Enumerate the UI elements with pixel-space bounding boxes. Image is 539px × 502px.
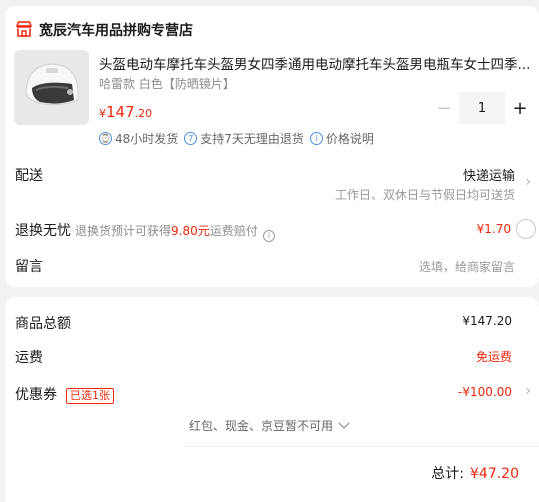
coupon-selected-badge[interactable]: 已选1张 — [66, 384, 114, 404]
insurance-price: ¥1.70 — [476, 222, 511, 236]
increase-quantity-button[interactable]: + — [505, 92, 535, 124]
goods-total-value: ¥147.20 — [462, 314, 512, 328]
insurance-info-icon[interactable]: i — [263, 223, 275, 242]
product-variant[interactable]: 哈雷款 白色【防晒镜片】 — [99, 75, 235, 92]
message-input[interactable]: 选填，给商家留言 — [419, 258, 515, 275]
service-return[interactable]: 7 支持7天无理由退货 — [184, 130, 304, 147]
delivery-chevron-icon[interactable]: › — [525, 174, 531, 190]
insurance-desc-prefix: 退换货预计可获得 — [75, 224, 172, 238]
unusable-note[interactable]: 红包、现金、京豆暂不可用 — [189, 417, 350, 434]
summary-divider — [184, 446, 539, 447]
order-item-card: 宽辰汽车用品拼购专营店 头盔电动车摩托车头盔男女四季通用电动摩托车头盔男电瓶车女… — [5, 6, 539, 287]
insurance-checkbox[interactable] — [516, 219, 536, 239]
price-summary-card: 商品总额 ¥147.20 运费 免运费 优惠券 已选1张 -¥100.00 › … — [5, 297, 539, 502]
price-currency: ¥ — [99, 107, 106, 120]
coupon-tag-text: 已选1张 — [66, 388, 114, 404]
coupon-value[interactable]: -¥100.00 — [458, 385, 512, 399]
service-label: 价格说明 — [325, 132, 374, 146]
return-insurance-label: 退换无忧 — [15, 223, 71, 239]
helmet-image — [14, 50, 89, 125]
total-value: ¥47.20 — [470, 466, 519, 482]
product-price: ¥147.20 — [99, 102, 152, 121]
service-price-info[interactable]: i 价格说明 — [309, 130, 374, 147]
delivery-note[interactable]: 工作日、双休日与节假日均可送货 — [335, 186, 515, 203]
shipping-fee-value: 免运费 — [475, 350, 512, 364]
service-shipping[interactable]: ⌚ 48小时发货 — [99, 130, 178, 147]
quantity-value[interactable]: 1 — [459, 92, 505, 124]
coupon-chevron-icon[interactable]: › — [525, 383, 531, 399]
clock-icon: ⌚ — [99, 132, 112, 145]
unusable-note-text: 红包、现金、京豆暂不可用 — [189, 419, 334, 433]
storefront-icon — [16, 21, 32, 37]
price-decimal: .20 — [134, 107, 153, 120]
chevron-down-icon — [338, 422, 350, 429]
seven-day-icon: 7 — [184, 132, 198, 145]
store-name[interactable]: 宽辰汽车用品拼购专营店 — [39, 20, 193, 40]
decrease-quantity-button[interactable]: − — [429, 92, 459, 124]
service-label: 支持7天无理由退货 — [200, 132, 304, 146]
shipping-fee-label: 运费 — [15, 350, 43, 366]
quantity-stepper: − 1 + — [429, 92, 535, 124]
total-label: 总计: — [431, 466, 464, 482]
insurance-amount: 9.80元 — [171, 224, 210, 238]
insurance-desc-suffix: 运费赔付 — [209, 224, 258, 238]
order-total: 总计: ¥47.20 — [431, 463, 519, 483]
product-title[interactable]: 头盔电动车摩托车头盔男女四季通用电动摩托车头盔男电瓶车女士四季... — [99, 53, 535, 73]
service-label: 48小时发货 — [115, 132, 179, 146]
goods-total-label: 商品总额 — [15, 316, 71, 332]
info-icon: i — [309, 132, 323, 145]
coupon-label: 优惠券 — [15, 387, 57, 403]
delivery-method[interactable]: 快递运输 — [463, 165, 515, 184]
price-integer: 147 — [106, 103, 135, 121]
product-thumbnail[interactable] — [14, 50, 89, 125]
service-badges: ⌚ 48小时发货 7 支持7天无理由退货 i 价格说明 — [99, 130, 380, 147]
message-label: 留言 — [15, 259, 43, 275]
delivery-label: 配送 — [15, 168, 43, 184]
return-insurance-desc: 退换货预计可获得9.80元运费赔付 — [75, 222, 258, 239]
